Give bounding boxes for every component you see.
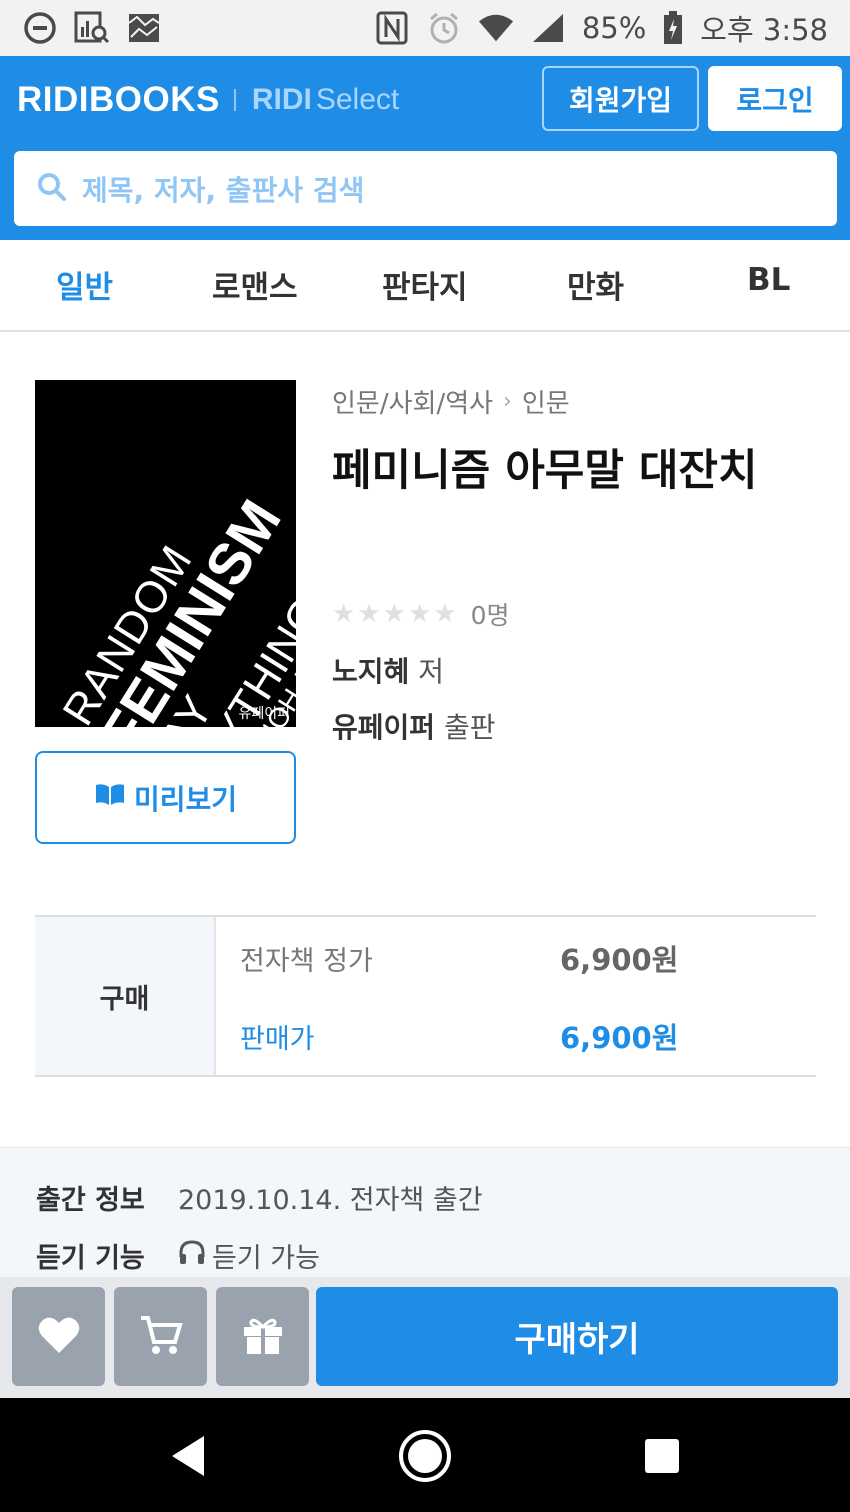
cover-publisher: 유페이퍼 bbox=[238, 706, 290, 722]
star-rating: ★ ★ ★ ★ ★ 0명 bbox=[332, 596, 509, 632]
buy-button[interactable]: 구매하기 bbox=[316, 1287, 838, 1386]
author-suffix: 저 bbox=[418, 655, 444, 688]
release-info-row: 출간 정보 2019.10.14. 전자책 출간 bbox=[36, 1178, 483, 1217]
search-icon bbox=[36, 171, 68, 207]
book-cover[interactable]: RANDOM FEMINISM SAY ANYTHING NOH JI HYE … bbox=[35, 380, 296, 727]
heart-icon bbox=[37, 1315, 81, 1359]
publisher-link[interactable]: 유페이퍼 bbox=[332, 711, 435, 744]
tab-romance[interactable]: 로맨스 bbox=[212, 262, 298, 307]
image-icon bbox=[126, 10, 162, 46]
release-info-value: 2019.10.14. 전자책 출간 bbox=[178, 1185, 483, 1216]
open-book-icon bbox=[94, 781, 126, 814]
listen-available-text: 듣기 가능 bbox=[212, 1243, 320, 1274]
home-icon[interactable] bbox=[397, 1428, 453, 1484]
star-icon: ★ bbox=[382, 599, 406, 629]
search-placeholder: 제목, 저자, 출판사 검색 bbox=[82, 173, 365, 207]
book-info: 출간 정보 2019.10.14. 전자책 출간 듣기 기능 듣기 가능 bbox=[0, 1147, 850, 1277]
gift-button[interactable] bbox=[216, 1287, 309, 1386]
list-price-label: 전자책 정가 bbox=[240, 946, 373, 977]
search-input[interactable]: 제목, 저자, 출판사 검색 bbox=[14, 151, 837, 226]
star-icon: ★ bbox=[332, 599, 356, 629]
listen-info-row: 듣기 기능 듣기 가능 bbox=[36, 1236, 320, 1275]
chevron-right-icon: › bbox=[503, 389, 512, 414]
tab-comics[interactable]: 만화 bbox=[567, 262, 624, 307]
brand-logo[interactable]: RIDIBOOKS RIDI Select bbox=[17, 80, 399, 120]
battery-icon bbox=[662, 10, 684, 46]
clock: 오후 3:58 bbox=[700, 13, 828, 47]
preview-button[interactable]: 미리보기 bbox=[35, 751, 296, 844]
preview-label: 미리보기 bbox=[133, 782, 238, 816]
category-tabs: 일반 로맨스 판타지 만화 BL bbox=[0, 240, 850, 332]
author-line: 노지혜 저 bbox=[332, 650, 444, 690]
action-bar: 구매하기 bbox=[0, 1277, 850, 1398]
wishlist-button[interactable] bbox=[12, 1287, 105, 1386]
recents-icon[interactable] bbox=[634, 1428, 690, 1484]
tab-fantasy[interactable]: 판타지 bbox=[382, 262, 468, 307]
brand-divider bbox=[233, 89, 236, 111]
back-icon[interactable] bbox=[160, 1428, 216, 1484]
list-price-value: 6,900원 bbox=[560, 943, 679, 977]
signal-icon bbox=[530, 10, 566, 46]
gift-icon bbox=[242, 1315, 284, 1359]
breadcrumb-item[interactable]: 인문 bbox=[522, 383, 570, 420]
tab-bl[interactable]: BL bbox=[747, 262, 790, 298]
wifi-icon bbox=[478, 10, 514, 46]
tab-general[interactable]: 일반 bbox=[56, 262, 113, 307]
status-bar: 85% 오후 3:58 bbox=[0, 0, 850, 56]
header: RIDIBOOKS RIDI Select 회원가입 로그인 제목, 저자, 출판… bbox=[0, 56, 850, 240]
publisher-line: 유페이퍼 출판 bbox=[332, 706, 495, 746]
rating-count: 0명 bbox=[470, 601, 510, 630]
signup-button[interactable]: 회원가입 bbox=[542, 66, 699, 131]
release-info-key: 출간 정보 bbox=[36, 1185, 145, 1216]
nfc-icon bbox=[374, 10, 410, 46]
star-icon: ★ bbox=[433, 599, 457, 629]
ridi-select-bold: RIDI bbox=[251, 83, 312, 116]
battery-percent: 85% bbox=[581, 11, 647, 45]
system-nav-bar bbox=[0, 1398, 850, 1512]
star-icon: ★ bbox=[357, 599, 381, 629]
listen-info-value: 듣기 가능 bbox=[178, 1236, 320, 1275]
cart-icon bbox=[139, 1314, 183, 1360]
breadcrumb: 인문/사회/역사 › 인문 bbox=[332, 383, 570, 420]
book-title: 페미니즘 아무말 대잔치 bbox=[332, 446, 758, 496]
ridibooks-logo[interactable]: RIDIBOOKS bbox=[17, 80, 220, 120]
cover-title-art: RANDOM FEMINISM SAY ANYTHING NOH JI HYE bbox=[54, 470, 296, 727]
listen-info-key: 듣기 기능 bbox=[36, 1243, 145, 1274]
star-icon: ★ bbox=[407, 599, 432, 629]
sale-price-label: 판매가 bbox=[240, 1024, 315, 1055]
headphones-icon bbox=[178, 1239, 206, 1272]
sale-price-value: 6,900원 bbox=[560, 1021, 679, 1055]
cart-button[interactable] bbox=[114, 1287, 207, 1386]
search-stats-icon bbox=[74, 10, 110, 46]
ridi-select-light: Select bbox=[315, 83, 400, 116]
purchase-label: 구매 bbox=[35, 917, 216, 1075]
publisher-suffix: 출판 bbox=[443, 711, 496, 744]
login-button[interactable]: 로그인 bbox=[708, 66, 842, 131]
alarm-icon bbox=[426, 10, 462, 46]
price-table: 구매 전자책 정가 6,900원 판매가 6,900원 bbox=[35, 915, 816, 1077]
ridi-select-logo[interactable]: RIDI Select bbox=[252, 83, 399, 117]
author-link[interactable]: 노지혜 bbox=[332, 655, 409, 688]
breadcrumb-item[interactable]: 인문/사회/역사 bbox=[332, 383, 493, 420]
circle-minus-icon bbox=[22, 10, 58, 46]
